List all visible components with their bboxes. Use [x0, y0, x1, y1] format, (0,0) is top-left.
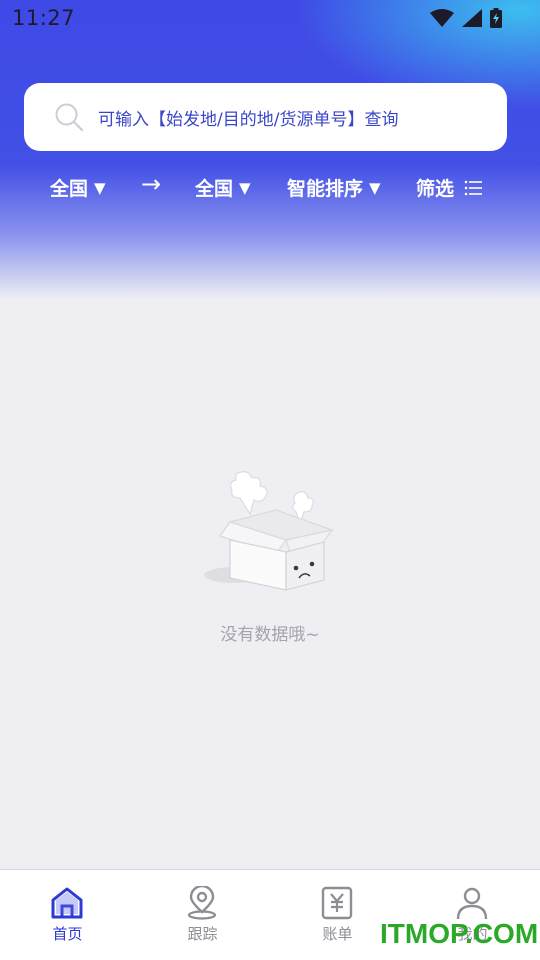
user-icon	[456, 887, 488, 920]
location-pin-icon	[187, 886, 217, 920]
yuan-bill-icon	[321, 886, 353, 920]
destination-filter-label: 全国	[195, 178, 234, 200]
route-arrow-icon: →	[141, 170, 162, 198]
tab-tracking[interactable]: 跟踪	[135, 870, 270, 960]
sort-filter[interactable]: 智能排序 ▼	[287, 174, 381, 201]
tab-tracking-label: 跟踪	[187, 925, 218, 943]
caret-down-icon: ▼	[94, 178, 106, 197]
tab-home[interactable]: 首页	[0, 870, 135, 960]
caret-down-icon: ▼	[369, 178, 381, 197]
origin-filter-label: 全国	[50, 178, 89, 200]
caret-down-icon: ▼	[239, 178, 251, 197]
wifi-icon	[430, 9, 454, 27]
search-icon	[55, 103, 84, 132]
tab-home-label: 首页	[52, 925, 83, 943]
empty-state: 没有数据哦~	[0, 470, 540, 650]
signal-icon	[462, 9, 482, 27]
list-filter-icon	[464, 180, 483, 195]
empty-box-icon	[204, 471, 335, 591]
home-icon	[51, 887, 83, 919]
search-placeholder: 可输入【始发地/目的地/货源单号】查询	[98, 109, 399, 130]
origin-filter[interactable]: 全国 ▼	[50, 174, 106, 201]
sort-filter-label: 智能排序	[287, 178, 364, 200]
destination-filter[interactable]: 全国 ▼	[195, 174, 251, 201]
filter-bar: 全国 ▼ → 全国 ▼ 智能排序 ▼ 筛选	[0, 170, 540, 206]
status-bar: 11:27	[0, 0, 540, 36]
screen-filter-label: 筛选	[416, 178, 455, 200]
status-time: 11:27	[12, 6, 76, 30]
watermark: ITMOP.COM	[380, 918, 539, 949]
battery-icon	[490, 8, 502, 28]
search-input[interactable]: 可输入【始发地/目的地/货源单号】查询	[24, 83, 507, 151]
status-icons	[430, 7, 502, 29]
empty-message: 没有数据哦~	[220, 625, 320, 645]
screen-filter-button[interactable]: 筛选	[416, 174, 483, 201]
